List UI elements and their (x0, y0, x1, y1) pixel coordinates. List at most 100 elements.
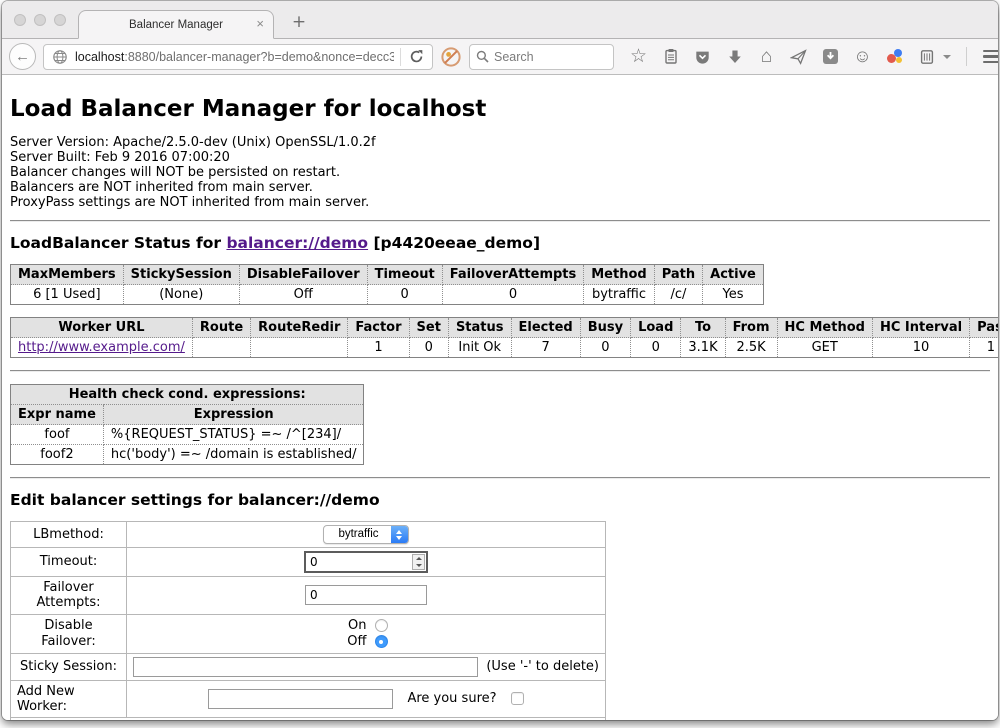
page-content: Load Balancer Manager for localhost Serv… (2, 75, 998, 720)
colored-dots-icon[interactable] (885, 47, 904, 66)
divider (10, 370, 990, 372)
server-info: Server Version: Apache/2.5.0-dev (Unix) … (10, 135, 990, 210)
new-tab-button[interactable]: + (287, 14, 311, 31)
table-row: http://www.example.com/ 1 0 Init Ok 7 0 … (11, 338, 999, 358)
params-cell: bytraffic (584, 285, 654, 305)
params-cell: 0 (367, 285, 442, 305)
container-icon[interactable] (917, 47, 936, 66)
workers-header-cell: Busy (580, 318, 630, 338)
disable-failover-on-radio[interactable] (375, 619, 388, 632)
expr-name-cell: foof (11, 425, 104, 445)
failover-attempts-input[interactable] (305, 585, 427, 605)
params-header-cell: DisableFailover (239, 265, 367, 285)
disable-failover-on-option: On (133, 618, 599, 634)
params-cell: (None) (123, 285, 239, 305)
globe-icon (50, 47, 69, 66)
window-close-button[interactable] (14, 14, 26, 26)
downloads-panel-icon[interactable] (821, 47, 840, 66)
select-stepper-icon (391, 526, 408, 543)
heading-suffix: [p4420eeae_demo] (368, 234, 540, 252)
params-header-cell: Active (703, 265, 764, 285)
browser-window: Balancer Manager × + ← localhost:8880/ba… (2, 1, 998, 720)
url-text: localhost:8880/balancer-manager?b=demo&n… (75, 50, 394, 64)
workers-header-cell: Route (192, 318, 250, 338)
workers-header-cell: Set (409, 318, 448, 338)
chevron-down-icon[interactable] (943, 55, 951, 59)
params-cell: /c/ (654, 285, 702, 305)
heading-prefix: LoadBalancer Status for (10, 234, 226, 252)
reload-icon[interactable] (407, 47, 426, 66)
workers-cell: 2.5K (725, 338, 777, 358)
params-header-cell: FailoverAttempts (442, 265, 584, 285)
balancer-settings-form: LBmethod: bytraffic Timeout: (10, 521, 606, 720)
home-icon[interactable]: ⌂ (757, 47, 776, 66)
pocket-icon[interactable] (693, 47, 712, 66)
balancer-demo-link[interactable]: balancer://demo (226, 234, 368, 252)
timeout-input[interactable] (304, 551, 428, 573)
params-header-cell: Path (654, 265, 702, 285)
table-header-row: MaxMembers StickySession DisableFailover… (11, 265, 764, 285)
params-header-cell: StickySession (123, 265, 239, 285)
are-you-sure-checkbox[interactable] (511, 692, 524, 705)
workers-header-cell: Status (448, 318, 511, 338)
workers-cell: 0 (580, 338, 630, 358)
download-arrow-icon[interactable] (725, 47, 744, 66)
divider (10, 220, 990, 222)
params-cell: Off (239, 285, 367, 305)
health-header-cell: Expression (103, 405, 364, 425)
worker-url-cell: http://www.example.com/ (11, 338, 193, 358)
number-spinner-icon[interactable] (412, 554, 425, 570)
search-input[interactable] (494, 50, 607, 64)
disable-failover-off-radio[interactable] (375, 635, 388, 648)
workers-header-cell: Load (631, 318, 681, 338)
divider (10, 477, 990, 479)
server-version: Server Version: Apache/2.5.0-dev (Unix) … (10, 135, 990, 150)
expression-cell: hc('body') =~ /domain is established/ (103, 445, 364, 465)
form-row: LBmethod: bytraffic (11, 522, 606, 548)
bookmark-star-icon[interactable]: ☆ (629, 47, 648, 66)
workers-header-cell: To (681, 318, 725, 338)
chat-smiley-icon[interactable]: ☺ (853, 47, 872, 66)
expression-cell: %{REQUEST_STATUS} =~ /^[234]/ (103, 425, 364, 445)
tab-close-icon[interactable]: × (256, 17, 264, 30)
sticky-session-input[interactable] (133, 657, 478, 677)
workers-header-cell: HC Method (777, 318, 872, 338)
table-header-row: Expr name Expression (11, 405, 364, 425)
workers-cell: 7 (511, 338, 580, 358)
form-row: Submit (11, 718, 606, 720)
params-header-cell: MaxMembers (11, 265, 124, 285)
lbmethod-select[interactable]: bytraffic (323, 525, 408, 544)
health-check-table: Health check cond. expressions: Expr nam… (10, 384, 364, 465)
back-arrow-icon: ← (15, 48, 30, 65)
table-row: foof2 hc('body') =~ /domain is establish… (11, 445, 364, 465)
workers-header-cell: Elected (511, 318, 580, 338)
hamburger-menu-icon[interactable] (982, 47, 998, 66)
table-row: 6 [1 Used] (None) Off 0 0 bytraffic /c/ … (11, 285, 764, 305)
page-title: Load Balancer Manager for localhost (10, 95, 990, 123)
window-zoom-button[interactable] (54, 14, 66, 26)
form-row: Timeout: (11, 548, 606, 577)
toolbar-buttons: ☆ ⌂ ☺ (629, 47, 998, 66)
worker-url-link[interactable]: http://www.example.com/ (18, 340, 185, 355)
workers-header-cell: RouteRedir (251, 318, 348, 338)
url-bar[interactable]: localhost:8880/balancer-manager?b=demo&n… (43, 44, 433, 70)
back-button[interactable]: ← (9, 43, 36, 70)
note-persist: Balancer changes will NOT be persisted o… (10, 165, 990, 180)
expr-name-cell: foof2 (11, 445, 104, 465)
add-worker-input[interactable] (208, 689, 393, 709)
clipboard-icon[interactable] (661, 47, 680, 66)
content-block-icon[interactable] (440, 46, 462, 68)
balancer-status-heading: LoadBalancer Status for balancer://demo … (10, 234, 990, 252)
workers-cell: 0 (631, 338, 681, 358)
workers-header-cell: Factor (348, 318, 409, 338)
workers-cell: GET (777, 338, 872, 358)
workers-cell: 3.1K (681, 338, 725, 358)
server-built: Server Built: Feb 9 2016 07:00:20 (10, 150, 990, 165)
search-bar[interactable] (469, 44, 614, 70)
send-icon[interactable] (789, 47, 808, 66)
window-minimize-button[interactable] (34, 14, 46, 26)
table-row: foof %{REQUEST_STATUS} =~ /^[234]/ (11, 425, 364, 445)
tab-balancer-manager[interactable]: Balancer Manager × (78, 10, 274, 39)
disable-failover-off-option: Off (133, 634, 599, 650)
lbmethod-selected-value: bytraffic (324, 526, 390, 543)
